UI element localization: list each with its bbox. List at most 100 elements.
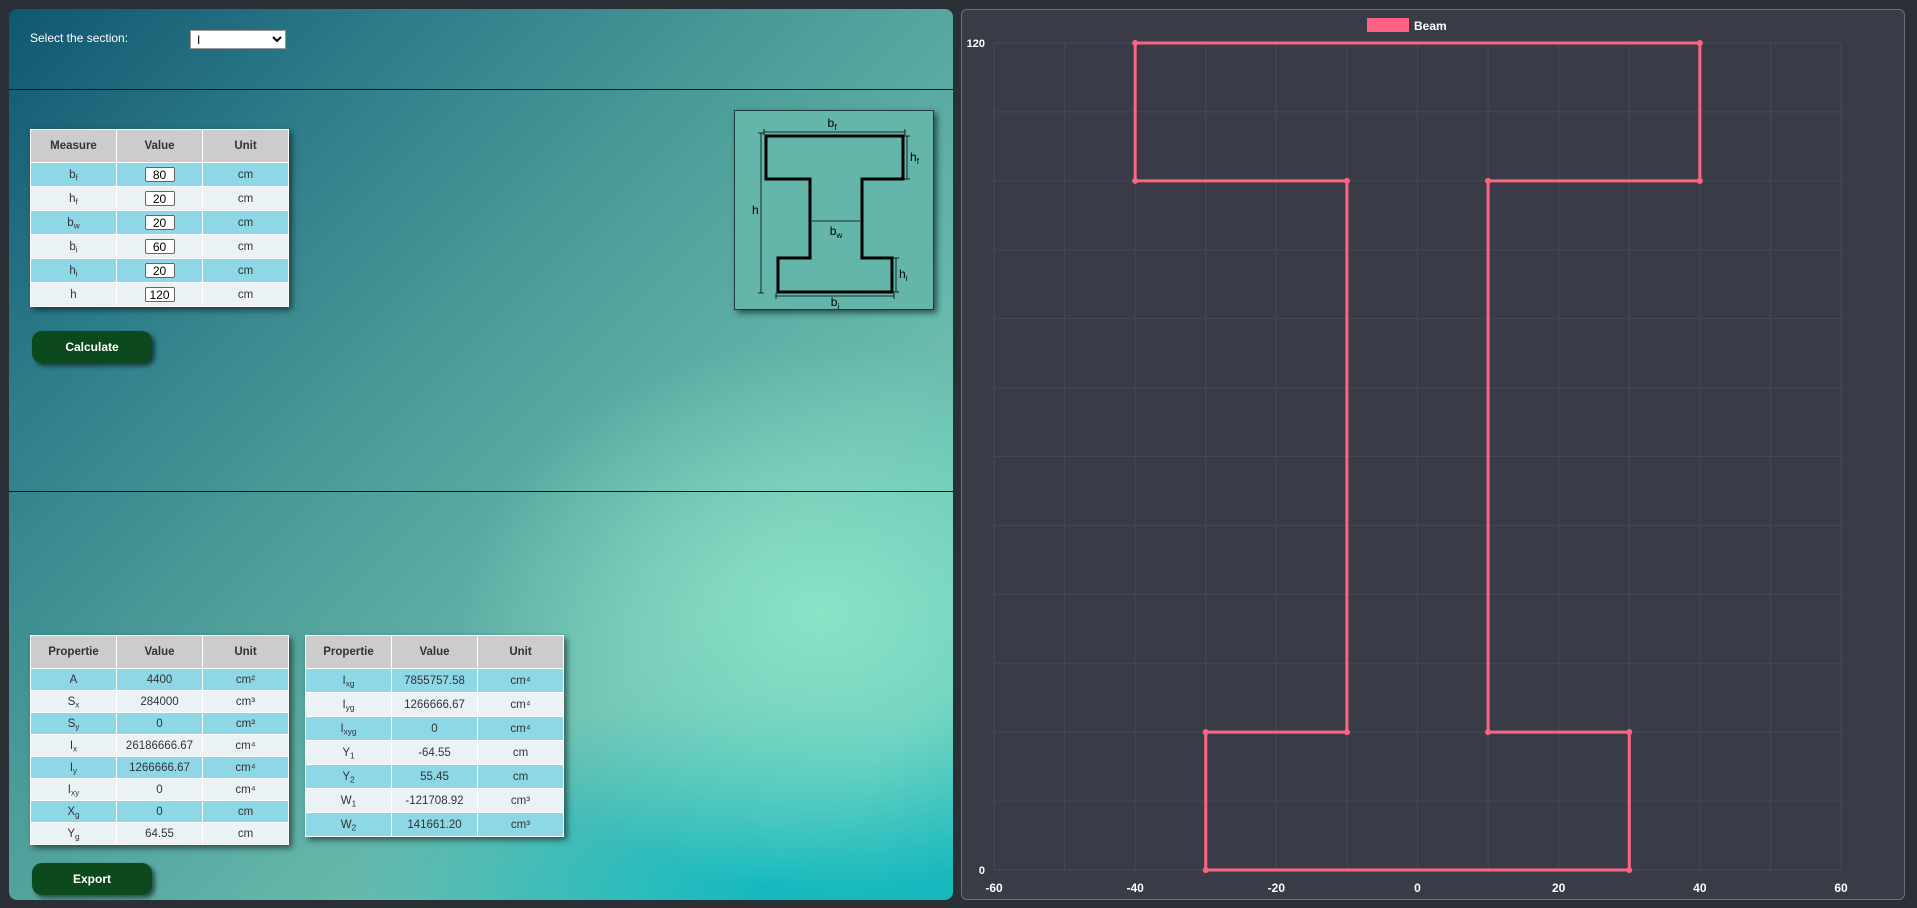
measure-value-input[interactable]: [144, 263, 175, 278]
beam-chart: -60 -40 -20 0 20 40 60 0 120 Beam: [967, 18, 1848, 895]
i-section-shape: [764, 134, 905, 294]
calculate-button[interactable]: Calculate: [32, 331, 152, 363]
symbol-cell: Iyg: [305, 692, 392, 717]
bi-label: bi: [831, 295, 840, 309]
value-cell: 4400: [116, 668, 203, 691]
measure-value-input[interactable]: [144, 167, 175, 182]
value-cell: [116, 210, 203, 235]
symbol-cell: bf: [30, 162, 117, 187]
beam-vertex-point: [1202, 729, 1209, 736]
table-row: Iy 1266666.67 cm⁴: [30, 756, 289, 779]
unit-cell: cm³: [477, 812, 564, 837]
symbol-subscript: g: [75, 831, 80, 841]
symbol-cell: Sy: [30, 712, 117, 735]
symbol-subscript: i: [75, 244, 78, 254]
beam-vertex-point: [1132, 177, 1139, 184]
symbol-cell: A: [30, 668, 117, 691]
symbol-cell: Yg: [30, 822, 117, 845]
hf-label: hf: [910, 150, 920, 166]
unit-cell: cm: [202, 800, 289, 823]
table-row: Yg 64.55 cm: [30, 822, 289, 845]
value-cell: [116, 234, 203, 259]
table-row: hf cm: [30, 186, 289, 211]
symbol-subscript: f: [75, 172, 78, 182]
unit-cell: cm: [202, 822, 289, 845]
symbol-subscript: 1: [351, 798, 357, 808]
export-button[interactable]: Export: [32, 863, 152, 895]
table-row: Sy 0 cm³: [30, 712, 289, 735]
beam-vertex-point: [1132, 40, 1139, 46]
beam-vertex-point: [1626, 729, 1633, 736]
section-panel: Select the section: I Measure Value Unit bf…: [9, 9, 953, 900]
table-row: Ixyg 0 cm⁴: [305, 716, 564, 741]
value-cell: 1266666.67: [116, 756, 203, 779]
column-header: Propertie: [30, 635, 117, 669]
measure-value-input[interactable]: [144, 215, 175, 230]
table-row: bi cm: [30, 234, 289, 259]
symbol-subscript: y: [75, 721, 80, 731]
symbol-subscript: 2: [351, 822, 357, 832]
table-row: Ix 26186666.67 cm⁴: [30, 734, 289, 757]
beam-vertex-point: [1485, 729, 1492, 736]
symbol-cell: hi: [30, 258, 117, 283]
column-header: Value: [116, 635, 203, 669]
chart-panel: -60 -40 -20 0 20 40 60 0 120 Beam: [961, 9, 1905, 900]
beam-vertex-point: [1626, 867, 1633, 873]
table-row: Ixg 7855757.58 cm⁴: [305, 668, 564, 693]
symbol-subscript: xy: [70, 787, 80, 797]
symbol-subscript: y: [73, 765, 78, 775]
symbol-cell: Y2: [305, 764, 392, 789]
unit-cell: cm⁴: [477, 692, 564, 717]
beam-vertex-point: [1696, 40, 1703, 46]
unit-cell: cm³: [477, 788, 564, 813]
symbol-cell: Iy: [30, 756, 117, 779]
legend-label: Beam: [1414, 19, 1447, 33]
symbol-cell: Ixyg: [305, 716, 392, 741]
measure-value-input[interactable]: [144, 239, 175, 254]
symbol-subscript: xg: [345, 678, 355, 688]
value-cell: 0: [116, 800, 203, 823]
table-row: Y1 -64.55 cm: [305, 740, 564, 765]
symbol-subscript: i: [75, 268, 78, 278]
measure-value-input[interactable]: [144, 287, 175, 302]
beam-vertex-point: [1202, 867, 1209, 873]
symbol-cell: Ixy: [30, 778, 117, 801]
symbol-text: Y: [342, 746, 351, 759]
symbol-text: W: [340, 818, 352, 831]
section-select[interactable]: I: [190, 30, 286, 49]
x-tick-label: -60: [985, 881, 1003, 895]
value-cell: 284000: [116, 690, 203, 713]
symbol-subscript: x: [73, 743, 78, 753]
table-row: Y2 55.45 cm: [305, 764, 564, 789]
symbol-cell: Ixg: [305, 668, 392, 693]
symbol-text: A: [69, 673, 78, 686]
section-diagram: bf hf h bw hi bi: [734, 110, 934, 310]
column-header: Unit: [202, 635, 289, 669]
unit-cell: cm⁴: [202, 734, 289, 757]
column-header: Measure: [30, 129, 117, 163]
symbol-cell: hf: [30, 186, 117, 211]
unit-cell: cm: [477, 764, 564, 789]
value-cell: 55.45: [391, 764, 478, 789]
symbol-cell: W2: [305, 812, 392, 837]
x-tick-label: 60: [1834, 881, 1848, 895]
table-row: Xg 0 cm: [30, 800, 289, 823]
select-section-label: Select the section:: [30, 31, 129, 45]
value-cell: 141661.20: [391, 812, 478, 837]
table-row: bf cm: [30, 162, 289, 187]
value-cell: 0: [116, 712, 203, 735]
table-row: bw cm: [30, 210, 289, 235]
table-row: W1 -121708.92 cm³: [305, 788, 564, 813]
value-cell: -121708.92: [391, 788, 478, 813]
symbol-cell: Xg: [30, 800, 117, 823]
middle-divider: [9, 491, 953, 492]
unit-cell: cm: [202, 258, 289, 283]
table-header-row: Measure Value Unit: [30, 129, 289, 163]
measure-value-input[interactable]: [144, 191, 175, 206]
legend-swatch: [1367, 18, 1409, 32]
h-label: h: [752, 203, 759, 217]
value-cell: 1266666.67: [391, 692, 478, 717]
symbol-text: W: [340, 794, 352, 807]
unit-cell: cm: [202, 234, 289, 259]
value-cell: 64.55: [116, 822, 203, 845]
